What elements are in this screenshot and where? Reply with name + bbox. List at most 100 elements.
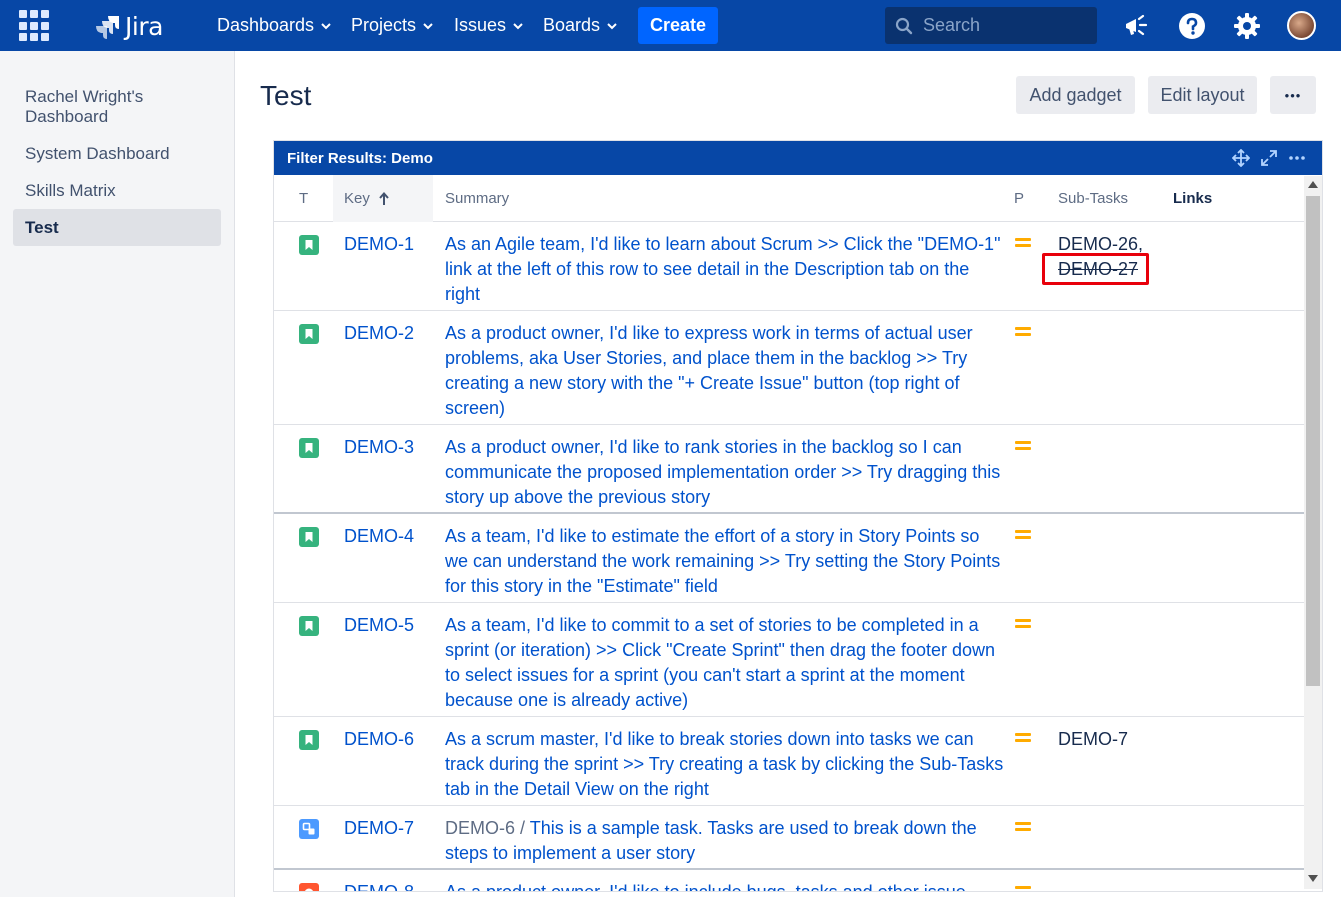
issue-key[interactable]: DEMO-1 <box>344 232 414 257</box>
table-header: T Key Summary P Sub-Tasks Links <box>274 175 1305 222</box>
avatar[interactable] <box>1287 11 1316 40</box>
priority-medium-icon <box>1015 530 1031 542</box>
issue-summary[interactable]: DEMO-6 / This is a sample task. Tasks ar… <box>445 816 1005 866</box>
chevron-down-icon <box>321 22 331 29</box>
column-priority[interactable]: P <box>1014 175 1024 222</box>
parent-issue-link[interactable]: DEMO-6 / <box>445 818 525 838</box>
issue-summary[interactable]: As a product owner, I'd like to rank sto… <box>445 435 1005 510</box>
story-icon <box>299 235 319 255</box>
top-navigation: Jira Dashboards Projects Issues Boards C… <box>0 0 1341 51</box>
sort-ascending-icon <box>379 191 389 205</box>
column-summary[interactable]: Summary <box>445 175 509 222</box>
table-row[interactable]: DEMO-1 As an Agile team, I'd like to lea… <box>274 222 1305 311</box>
app-switcher-icon[interactable] <box>19 10 51 42</box>
table-row[interactable]: DEMO-5 As a team, I'd like to commit to … <box>274 603 1305 717</box>
subtasks-cell: DEMO-7 <box>1058 727 1128 752</box>
add-gadget-button[interactable]: Add gadget <box>1016 76 1135 114</box>
sidebar-item-test[interactable]: Test <box>13 209 221 246</box>
search-input[interactable] <box>923 15 1083 36</box>
page-title: Test <box>260 80 312 111</box>
issue-summary[interactable]: As a team, I'd like to estimate the effo… <box>445 524 1005 599</box>
issue-key[interactable]: DEMO-4 <box>344 524 414 549</box>
bug-icon <box>299 883 319 891</box>
priority-medium-icon <box>1015 441 1031 453</box>
filter-results-gadget: Filter Results: Demo T Key Summary P Sub… <box>273 140 1323 892</box>
main-content: Test Add gadget Edit layout ••• Filter R… <box>235 51 1341 897</box>
priority-medium-icon <box>1015 327 1031 339</box>
priority-medium-icon <box>1015 733 1031 745</box>
column-key-label: Key <box>344 190 370 207</box>
search-icon <box>895 17 913 34</box>
chevron-down-icon <box>607 22 617 29</box>
sidebar-item-system-dashboard[interactable]: System Dashboard <box>13 144 221 164</box>
priority-medium-icon <box>1015 822 1031 834</box>
help-icon[interactable] <box>1178 12 1206 40</box>
priority-medium-icon <box>1015 886 1031 891</box>
notifications-icon[interactable] <box>1123 12 1151 40</box>
column-links[interactable]: Links <box>1173 175 1212 222</box>
column-key[interactable]: Key <box>333 175 433 222</box>
issue-summary-text: This is a sample task. Tasks are used to… <box>445 818 977 863</box>
issue-key[interactable]: DEMO-7 <box>344 816 414 841</box>
gadget-header: Filter Results: Demo <box>274 141 1322 175</box>
gadget-title: Filter Results: Demo <box>287 149 433 167</box>
issue-summary[interactable]: As an Agile team, I'd like to learn abou… <box>445 232 1005 307</box>
subtask-link[interactable]: DEMO-7 <box>1058 727 1128 752</box>
nav-projects[interactable]: Projects <box>351 15 434 36</box>
edit-layout-button[interactable]: Edit layout <box>1148 76 1257 114</box>
nav-dashboards-label: Dashboards <box>217 15 315 35</box>
nav-issues-label: Issues <box>454 15 507 35</box>
nav-issues[interactable]: Issues <box>454 15 524 36</box>
issue-key[interactable]: DEMO-2 <box>344 321 414 346</box>
story-icon <box>299 730 319 750</box>
issue-key[interactable]: DEMO-5 <box>344 613 414 638</box>
table-row[interactable]: DEMO-3 As a product owner, I'd like to r… <box>274 425 1305 514</box>
scroll-thumb[interactable] <box>1306 196 1320 686</box>
create-button[interactable]: Create <box>638 7 718 44</box>
jira-logo-icon <box>96 15 119 39</box>
issue-summary[interactable]: As a product owner, I'd like to express … <box>445 321 1005 421</box>
scroll-down-arrow[interactable] <box>1308 875 1318 882</box>
table-row[interactable]: DEMO-6 As a scrum master, I'd like to br… <box>274 717 1305 806</box>
more-actions-button[interactable]: ••• <box>1270 76 1316 114</box>
logo-text: Jira <box>125 12 163 41</box>
table-row[interactable]: DEMO-7 DEMO-6 / This is a sample task. T… <box>274 806 1305 870</box>
sidebar: Rachel Wright's Dashboard System Dashboa… <box>0 51 235 897</box>
chevron-down-icon <box>423 22 433 29</box>
column-subtasks[interactable]: Sub-Tasks <box>1058 175 1128 222</box>
issue-key[interactable]: DEMO-8 <box>344 880 414 891</box>
column-type[interactable]: T <box>299 175 308 222</box>
more-icon[interactable] <box>1288 149 1306 167</box>
subtask-icon <box>299 819 319 839</box>
issue-summary[interactable]: As a scrum master, I'd like to break sto… <box>445 727 1005 802</box>
settings-icon[interactable] <box>1233 12 1261 40</box>
issue-summary[interactable]: As a product owner, I'd like to include … <box>445 880 1005 891</box>
scroll-up-arrow[interactable] <box>1308 181 1318 188</box>
story-icon <box>299 324 319 344</box>
table-row[interactable]: DEMO-2 As a product owner, I'd like to e… <box>274 311 1305 425</box>
table-row[interactable]: DEMO-4 As a team, I'd like to estimate t… <box>274 514 1305 603</box>
issue-table: T Key Summary P Sub-Tasks Links DEMO-1 A… <box>274 175 1305 891</box>
table-row[interactable]: DEMO-8 As a product owner, I'd like to i… <box>274 870 1305 891</box>
story-icon <box>299 438 319 458</box>
jira-logo[interactable]: Jira <box>95 12 163 41</box>
issue-key[interactable]: DEMO-6 <box>344 727 414 752</box>
story-icon <box>299 527 319 547</box>
nav-boards[interactable]: Boards <box>543 15 618 36</box>
nav-dashboards[interactable]: Dashboards <box>217 15 332 36</box>
chevron-down-icon <box>513 22 523 29</box>
issue-summary[interactable]: As a team, I'd like to commit to a set o… <box>445 613 1005 713</box>
highlight-annotation <box>1042 253 1149 285</box>
story-icon <box>299 616 319 636</box>
sidebar-item-skills-matrix[interactable]: Skills Matrix <box>13 181 221 201</box>
search-box[interactable] <box>885 7 1097 44</box>
nav-boards-label: Boards <box>543 15 601 35</box>
maximize-icon[interactable] <box>1260 149 1278 167</box>
sidebar-item-rachel-dashboard[interactable]: Rachel Wright's Dashboard <box>13 87 221 127</box>
priority-medium-icon <box>1015 619 1031 631</box>
nav-projects-label: Projects <box>351 15 417 35</box>
issue-key[interactable]: DEMO-3 <box>344 435 414 460</box>
gadget-scrollbar[interactable] <box>1304 176 1322 889</box>
priority-medium-icon <box>1015 238 1031 250</box>
move-icon[interactable] <box>1232 149 1250 167</box>
